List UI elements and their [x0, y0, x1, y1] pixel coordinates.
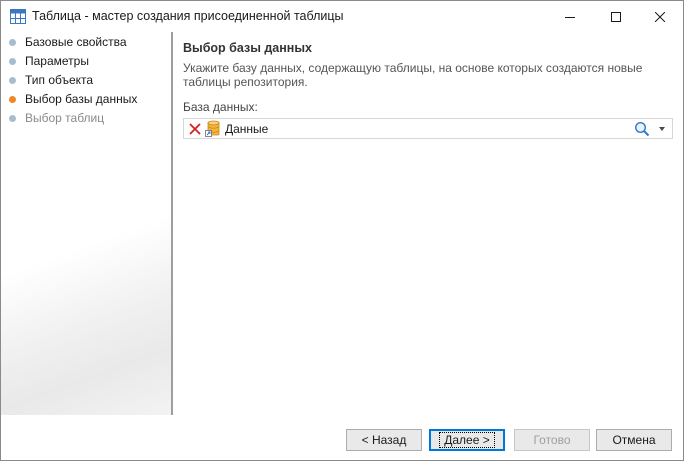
step-label: Параметры	[25, 54, 89, 68]
step-label: Выбор таблиц	[25, 111, 105, 125]
minimize-icon	[565, 16, 575, 18]
maximize-icon	[611, 11, 621, 22]
sidebar-divider	[171, 32, 173, 415]
finish-button[interactable]: Готово	[514, 429, 590, 451]
step-dot	[9, 114, 16, 122]
minimize-button[interactable]	[547, 1, 593, 32]
step-select-database[interactable]: Выбор базы данных	[9, 91, 137, 107]
window-title: Таблица - мастер создания присоединенной…	[32, 9, 344, 23]
step-select-tables[interactable]: Выбор таблиц	[9, 110, 104, 126]
step-label: Тип объекта	[25, 73, 94, 87]
next-button-label: Далее >	[439, 432, 495, 448]
table-icon	[10, 9, 26, 24]
maximize-button[interactable]	[593, 1, 639, 32]
step-parameters[interactable]: Параметры	[9, 53, 89, 69]
search-icon[interactable]	[634, 121, 650, 137]
step-base-properties[interactable]: Базовые свойства	[9, 34, 127, 50]
database-field-label: База данных:	[183, 100, 258, 114]
back-button-label: < Назад	[361, 433, 407, 447]
step-label: Базовые свойства	[25, 35, 127, 49]
wizard-window: Таблица - мастер создания присоединенной…	[0, 0, 684, 461]
step-dot	[9, 38, 16, 46]
database-value: Данные	[225, 122, 269, 136]
clear-icon[interactable]	[188, 122, 202, 136]
step-dot	[9, 76, 16, 84]
step-dot-current	[9, 95, 16, 103]
next-button[interactable]: Далее >	[429, 429, 505, 451]
step-object-type[interactable]: Тип объекта	[9, 72, 93, 88]
step-description: Укажите базу данных, содержащую таблицы,…	[183, 61, 643, 89]
title-bar[interactable]: Таблица - мастер создания присоединенной…	[1, 1, 683, 32]
close-icon	[655, 11, 665, 22]
chevron-down-icon[interactable]	[657, 125, 667, 133]
step-content: Выбор базы данных Укажите базу данных, с…	[183, 41, 675, 89]
database-picker[interactable]: Данные	[183, 118, 673, 139]
finish-button-label: Готово	[533, 433, 571, 447]
cancel-button-label: Отмена	[612, 433, 656, 447]
close-button[interactable]	[637, 1, 683, 32]
cancel-button[interactable]: Отмена	[596, 429, 672, 451]
back-button[interactable]: < Назад	[346, 429, 422, 451]
step-label: Выбор базы данных	[25, 92, 138, 106]
wizard-steps-sidebar: Базовые свойства Параметры Тип объекта В…	[1, 32, 171, 415]
database-icon	[205, 120, 220, 137]
step-heading: Выбор базы данных	[183, 41, 312, 55]
step-dot	[9, 57, 16, 65]
